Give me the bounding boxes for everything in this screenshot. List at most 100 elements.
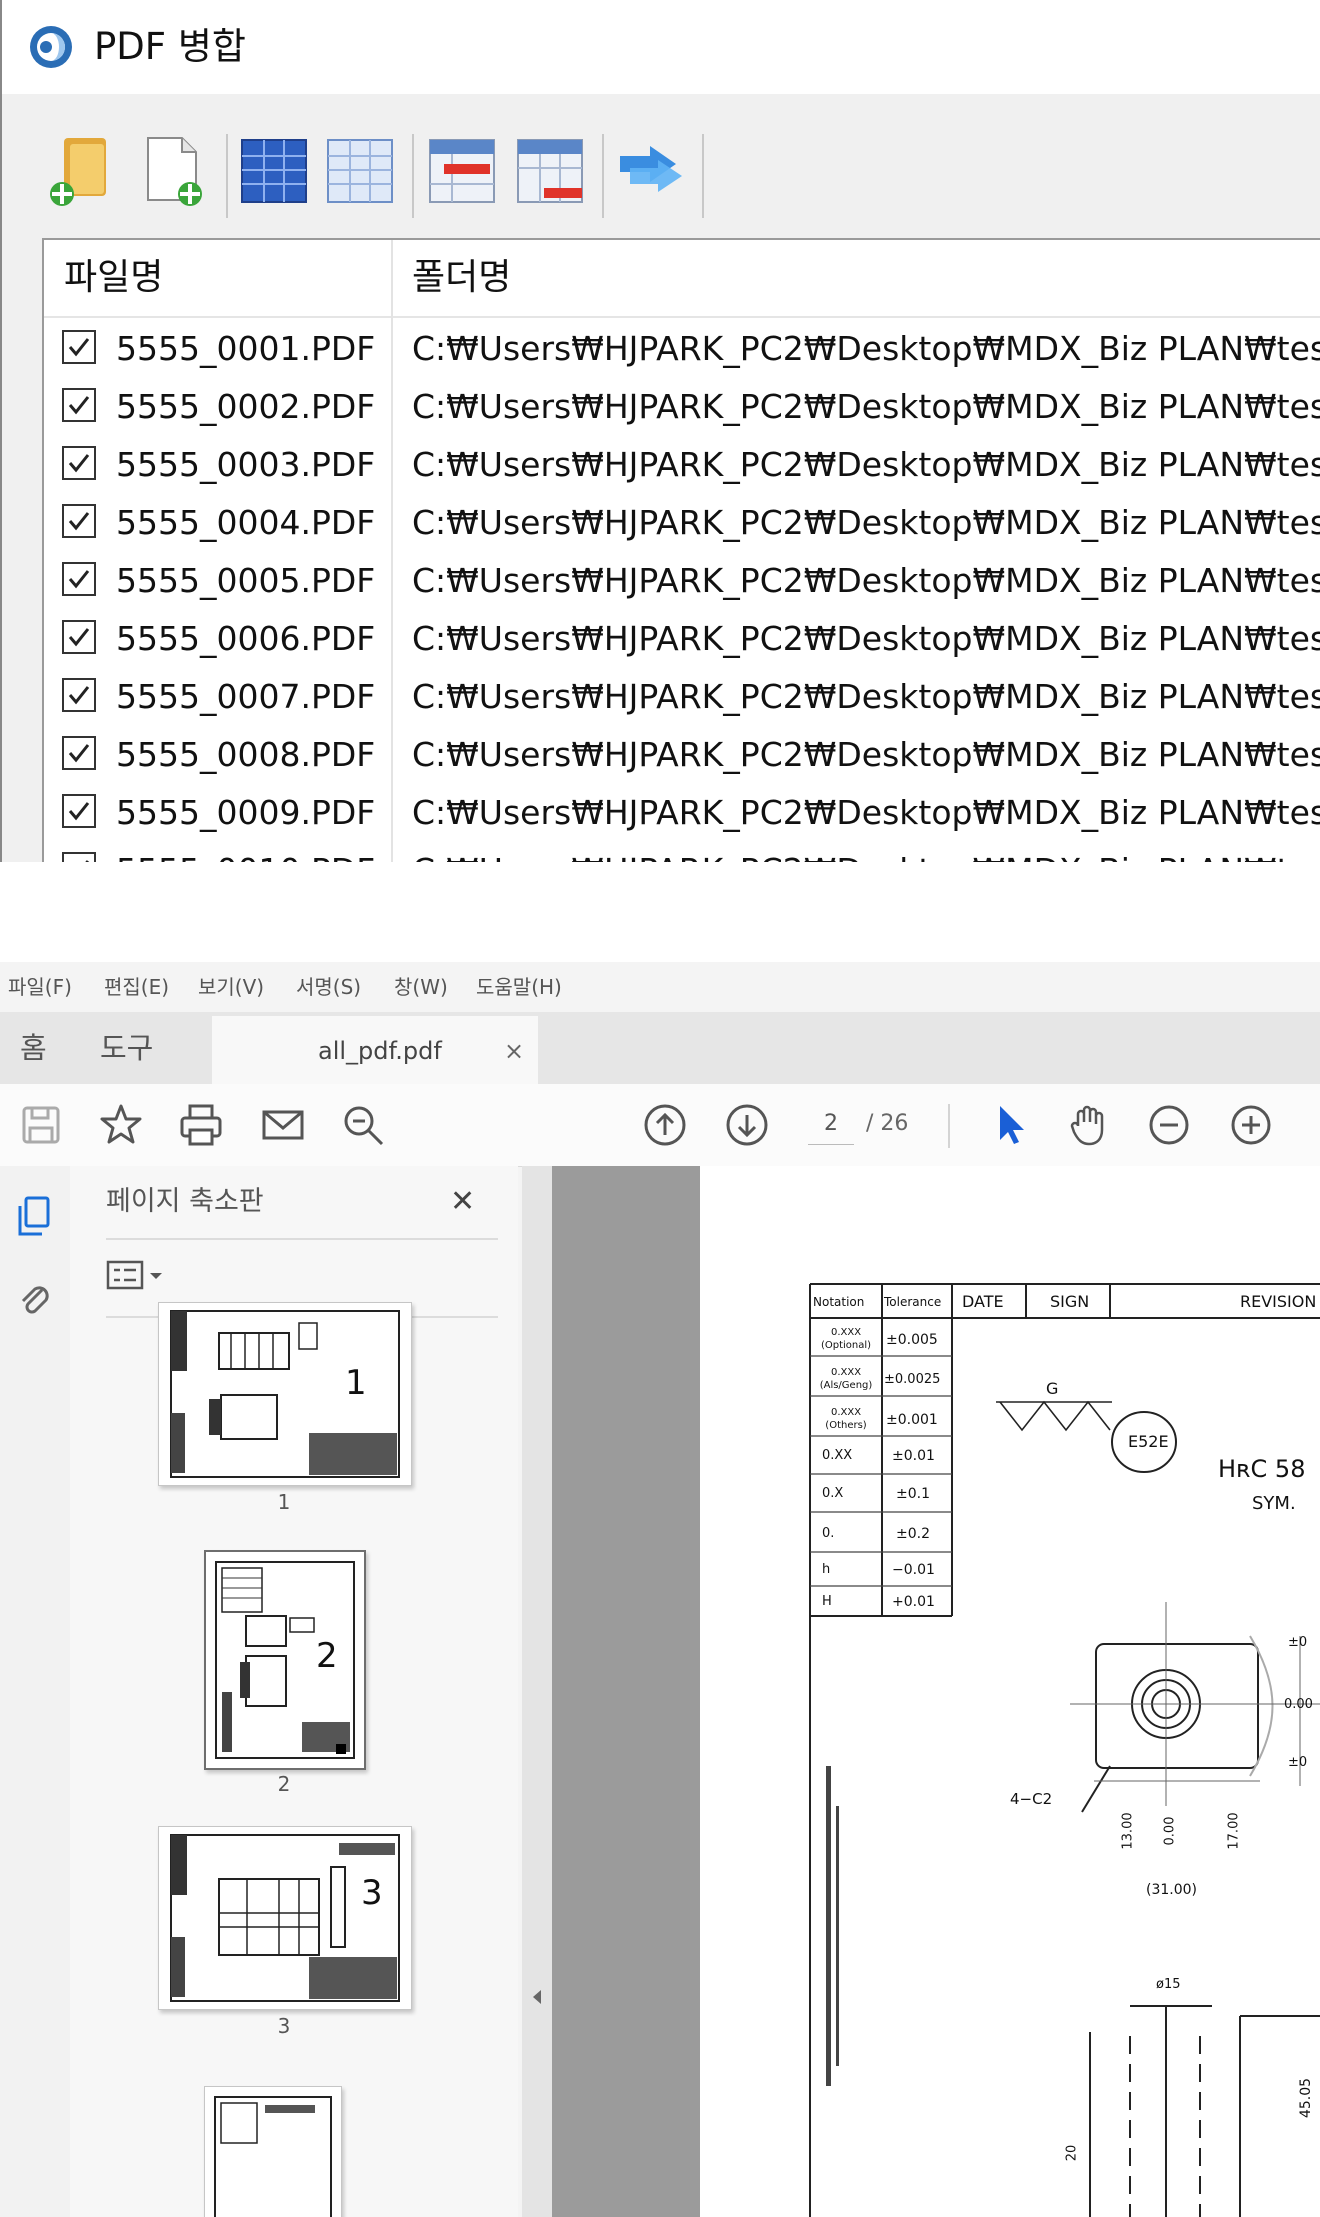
checkmark-icon bbox=[68, 628, 90, 647]
collapse-arrow-icon[interactable] bbox=[530, 1988, 544, 2006]
remove-all-icon[interactable] bbox=[514, 134, 586, 208]
menu-view[interactable]: 보기(V) bbox=[198, 972, 264, 1002]
zoom-in-icon[interactable] bbox=[1228, 1102, 1274, 1148]
row-checkbox[interactable] bbox=[62, 504, 96, 538]
thumbnail-drawing bbox=[215, 1561, 355, 1759]
document-area: Notation Tolerance DATE SIGN REVISION 0.… bbox=[552, 1166, 1320, 2217]
table-row[interactable]: 5555_0002.PDF C:₩Users₩HJPARK_PC2₩Deskto… bbox=[44, 378, 1320, 436]
previous-page-icon[interactable] bbox=[642, 1102, 688, 1148]
save-icon[interactable] bbox=[18, 1102, 64, 1148]
tab-bar: 홈 도구 all_pdf.pdf × bbox=[0, 1012, 1320, 1085]
page-number-input[interactable]: 2 bbox=[808, 1104, 854, 1145]
dimension-label: 0.00 bbox=[1162, 1816, 1178, 1846]
column-header-folder[interactable]: 폴더명 bbox=[412, 250, 511, 306]
close-tab-button[interactable]: × bbox=[504, 1034, 524, 1068]
zoom-out-icon[interactable] bbox=[1146, 1102, 1192, 1148]
row-checkbox[interactable] bbox=[62, 330, 96, 364]
chamfer-label: 4−C2 bbox=[1010, 1790, 1053, 1808]
row-checkbox[interactable] bbox=[62, 852, 96, 862]
next-page-icon[interactable] bbox=[724, 1102, 770, 1148]
row-checkbox[interactable] bbox=[62, 446, 96, 480]
table-row[interactable]: 5555_0010.PDF C:₩Users₩HJPARK_PC2₩Deskto… bbox=[44, 842, 1320, 862]
thumbnail-options-icon[interactable] bbox=[106, 1256, 170, 1296]
mail-icon[interactable] bbox=[260, 1102, 306, 1148]
page-thumbnails-icon[interactable] bbox=[14, 1194, 54, 1238]
menu-edit[interactable]: 편집(E) bbox=[104, 972, 169, 1002]
panel-collapse-handle[interactable] bbox=[522, 1166, 553, 2217]
print-icon[interactable] bbox=[178, 1102, 224, 1148]
thumbnail-page-number: 1 bbox=[345, 1363, 367, 1403]
dimension-label: 0.00 bbox=[1284, 1697, 1313, 1712]
tab-tools[interactable]: 도구 bbox=[100, 1028, 153, 1068]
add-file-icon[interactable] bbox=[138, 134, 210, 208]
search-icon[interactable] bbox=[340, 1102, 386, 1148]
hardness-spec: HʀC 58 bbox=[1218, 1455, 1306, 1483]
row-checkbox[interactable] bbox=[62, 620, 96, 654]
pdf-page: Notation Tolerance DATE SIGN REVISION 0.… bbox=[700, 1166, 1320, 2217]
cell-filename: 5555_0008.PDF bbox=[116, 735, 376, 774]
menu-file[interactable]: 파일(F) bbox=[8, 972, 72, 1002]
thumbnail-label: 2 bbox=[277, 1772, 291, 1796]
tab-document[interactable]: all_pdf.pdf × bbox=[212, 1016, 538, 1084]
tolerance-notation: 0.X bbox=[822, 1486, 844, 1501]
table-row[interactable]: 5555_0008.PDF C:₩Users₩HJPARK_PC2₩Deskto… bbox=[44, 726, 1320, 784]
tab-home[interactable]: 홈 bbox=[20, 1028, 47, 1068]
window-title: PDF 병합 bbox=[94, 25, 246, 68]
cell-folder: C:₩Users₩HJPARK_PC2₩Desktop₩MDX_Biz PLAN… bbox=[412, 793, 1320, 832]
cell-folder: C:₩Users₩HJPARK_PC2₩Desktop₩MDX_Biz PLAN… bbox=[412, 844, 1320, 862]
thumbnail-page-number: 3 bbox=[361, 1873, 383, 1913]
close-panel-button[interactable]: ✕ bbox=[450, 1182, 475, 1222]
remove-selected-icon[interactable] bbox=[426, 134, 498, 208]
table-row[interactable]: 5555_0005.PDF C:₩Users₩HJPARK_PC2₩Deskto… bbox=[44, 552, 1320, 610]
deselect-all-icon[interactable] bbox=[324, 134, 396, 208]
toolbar-separator bbox=[602, 134, 604, 218]
page-thumbnail[interactable]: 3 bbox=[158, 1826, 412, 2010]
merge-run-icon[interactable] bbox=[616, 134, 688, 208]
star-icon[interactable] bbox=[98, 1102, 144, 1148]
cell-folder: C:₩Users₩HJPARK_PC2₩Desktop₩MDX_Biz PLAN… bbox=[412, 561, 1320, 600]
row-checkbox[interactable] bbox=[62, 794, 96, 828]
cell-filename: 5555_0010.PDF bbox=[116, 844, 375, 862]
cell-folder: C:₩Users₩HJPARK_PC2₩Desktop₩MDX_Biz PLAN… bbox=[412, 387, 1320, 426]
navigation-rail bbox=[0, 1166, 71, 2217]
cell-folder: C:₩Users₩HJPARK_PC2₩Desktop₩MDX_Biz PLAN… bbox=[412, 445, 1320, 484]
table-row[interactable]: 5555_0004.PDF C:₩Users₩HJPARK_PC2₩Deskto… bbox=[44, 494, 1320, 552]
row-checkbox[interactable] bbox=[62, 678, 96, 712]
select-all-icon[interactable] bbox=[238, 134, 310, 208]
merge-titlebar: PDF 병합 bbox=[2, 0, 1320, 94]
add-folder-icon[interactable] bbox=[46, 134, 118, 208]
surface-mark: G bbox=[1046, 1379, 1059, 1398]
cell-folder: C:₩Users₩HJPARK_PC2₩Desktop₩MDX_Biz PLAN… bbox=[412, 735, 1320, 774]
page-thumbnail-selected[interactable]: 2 bbox=[204, 1550, 366, 1770]
table-row[interactable]: 5555_0007.PDF C:₩Users₩HJPARK_PC2₩Deskto… bbox=[44, 668, 1320, 726]
tolerance-value: ±0.005 bbox=[886, 1332, 938, 1348]
menu-sign[interactable]: 서명(S) bbox=[296, 972, 361, 1002]
page-thumbnail[interactable]: 1 bbox=[158, 1302, 412, 1486]
checkmark-icon bbox=[85, 860, 90, 862]
checkmark-icon bbox=[68, 570, 90, 589]
row-checkbox[interactable] bbox=[62, 736, 96, 770]
checkmark-icon bbox=[68, 686, 90, 705]
cell-filename: 5555_0006.PDF bbox=[116, 619, 376, 658]
select-cursor-icon[interactable] bbox=[986, 1102, 1032, 1148]
dimension-label: ø15 bbox=[1156, 1977, 1181, 1992]
table-row[interactable]: 5555_0009.PDF C:₩Users₩HJPARK_PC2₩Deskto… bbox=[44, 784, 1320, 842]
hand-tool-icon[interactable] bbox=[1066, 1102, 1112, 1148]
checkmark-icon bbox=[68, 454, 90, 473]
tolerance-value: ±0.001 bbox=[886, 1412, 938, 1428]
table-row[interactable]: 5555_0003.PDF C:₩Users₩HJPARK_PC2₩Deskto… bbox=[44, 436, 1320, 494]
row-checkbox[interactable] bbox=[62, 562, 96, 596]
attachment-icon[interactable] bbox=[14, 1276, 54, 1320]
checkmark-icon bbox=[68, 744, 90, 763]
table-row[interactable]: 5555_0001.PDF C:₩Users₩HJPARK_PC2₩Deskto… bbox=[44, 320, 1320, 378]
toolbar-separator bbox=[412, 134, 414, 218]
table-row[interactable]: 5555_0006.PDF C:₩Users₩HJPARK_PC2₩Deskto… bbox=[44, 610, 1320, 668]
tolerance-notation: 0. bbox=[822, 1526, 835, 1541]
column-header-filename[interactable]: 파일명 bbox=[64, 250, 163, 306]
page-thumbnail[interactable] bbox=[204, 2086, 342, 2217]
menu-window[interactable]: 창(W) bbox=[394, 972, 448, 1002]
menu-help[interactable]: 도움말(H) bbox=[476, 972, 562, 1002]
tolerance-value: ±0.01 bbox=[892, 1448, 935, 1464]
row-checkbox[interactable] bbox=[62, 388, 96, 422]
dimension-label: ±0 bbox=[1288, 1755, 1308, 1770]
